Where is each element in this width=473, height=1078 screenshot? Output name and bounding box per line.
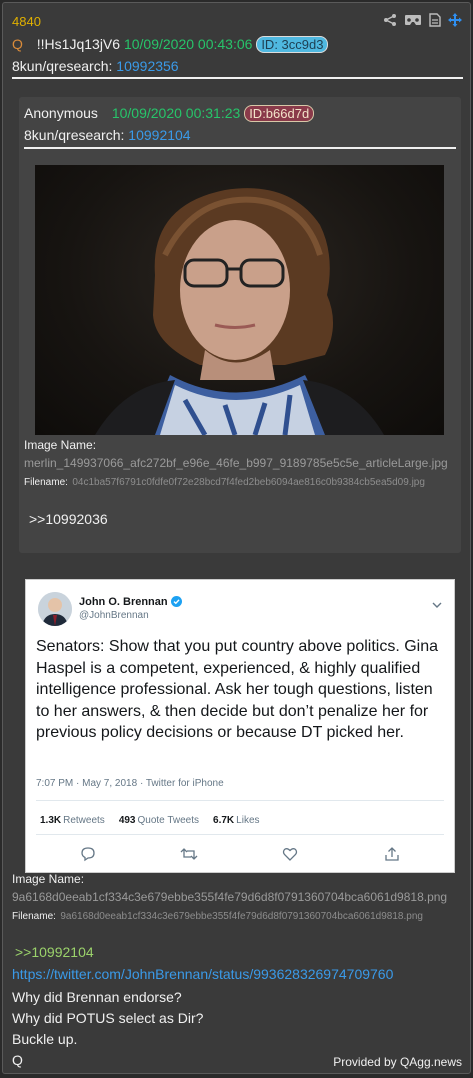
tweet-divider (36, 800, 444, 801)
image-name-label: Image Name: (24, 438, 97, 452)
post-body: Why did Brennan endorse? Why did POTUS s… (12, 987, 203, 1071)
board-prefix: 8kun/qresearch: (12, 58, 113, 74)
chevron-down-icon[interactable] (432, 596, 442, 614)
retweet-icon[interactable] (180, 846, 198, 867)
tweet-stats: 1.3K Retweets 493 Quote Tweets 6.7K Likes (40, 815, 260, 826)
image-name-value: merlin_149937066_afc272bf_e96e_46fe_b997… (24, 456, 448, 470)
quoted-photo[interactable] (35, 165, 444, 435)
document-icon[interactable] (429, 13, 441, 27)
share-icon[interactable] (383, 13, 397, 27)
quotes-count: 493 (118, 815, 136, 826)
body-line: Buckle up. (12, 1031, 78, 1047)
post-datetime: 10/09/2020 00:43:06 (123, 36, 253, 52)
like-icon[interactable] (282, 846, 298, 867)
verified-icon (170, 596, 182, 610)
quoted-divider (24, 147, 456, 149)
quoted-board-prefix: 8kun/qresearch: (24, 127, 125, 143)
retweets-label: Retweets (63, 815, 105, 826)
quoted-reply-ref[interactable]: >>10992036 (29, 511, 108, 527)
tweet-text: Senators: Show that you put country abov… (36, 638, 439, 741)
retweets-stat[interactable]: 1.3K Retweets (40, 815, 105, 826)
post-header: Q !!Hs1Jq13jV6 10/09/2020 00:43:06 ID: 3… (12, 36, 329, 53)
quoted-author: Anonymous (24, 105, 98, 121)
tweet-author-name: John O. Brennan (79, 596, 182, 610)
body-line: Why did POTUS select as Dir? (12, 1010, 204, 1026)
quoted-datetime: 10/09/2020 00:31:23 (111, 105, 241, 121)
post-actions (383, 13, 462, 27)
quoted-board-line: 8kun/qresearch: 10992104 (24, 127, 191, 143)
quotes-label: Quote Tweets (137, 815, 200, 826)
reply-icon[interactable] (80, 846, 96, 867)
vr-icon[interactable] (404, 14, 422, 26)
body-line-signature: Q (12, 1052, 23, 1068)
filename-line: Filename: 04c1ba57f6791c0fdfe0f72e28bcd7… (24, 472, 448, 490)
move-icon[interactable] (448, 13, 462, 27)
quoted-id-badge[interactable]: ID:b66d7d (244, 105, 315, 122)
post-card: 4840 Q !!Hs1Jq13jV6 10/09/2020 00:43:06 … (2, 2, 471, 1074)
board-thread-link[interactable]: 10992356 (116, 58, 178, 74)
credit-text: Provided by QAgg.news (333, 1055, 462, 1069)
likes-label: Likes (236, 815, 260, 826)
quoted-image-meta: Image Name: merlin_149937066_afc272bf_e9… (24, 438, 448, 490)
filename-value: 04c1ba57f6791c0fdfe0f72e28bcd7f4fed2beb6… (72, 477, 425, 488)
tweet-url-link[interactable]: https://twitter.com/JohnBrennan/status/9… (12, 966, 393, 982)
likes-count: 6.7K (213, 815, 235, 826)
tweet-author-name-text: John O. Brennan (79, 596, 168, 608)
tweet-avatar (38, 592, 72, 626)
tweet-meta: 7:07 PM · May 7, 2018 · Twitter for iPho… (36, 778, 224, 789)
tweet-card[interactable]: John O. Brennan @JohnBrennan Senators: S… (25, 579, 455, 873)
tripcode: !!Hs1Jq13jV6 (36, 36, 121, 52)
body-line: Why did Brennan endorse? (12, 989, 182, 1005)
tweet-filename-value: 9a6168d0eeab1cf334c3e679ebbe355f4fe79d6d… (60, 911, 423, 922)
post-number: 4840 (12, 14, 41, 29)
retweets-count: 1.3K (40, 815, 62, 826)
divider (12, 77, 463, 79)
tweet-image-name-value: 9a6168d0eeab1cf334c3e679ebbe355f4fe79d6d… (12, 890, 448, 904)
tweet-filename-label: Filename: (12, 911, 56, 922)
tweet-handle: @JohnBrennan (79, 610, 149, 621)
tweet-divider-2 (36, 834, 444, 835)
quoted-post: Anonymous 10/09/2020 00:31:23 ID:b66d7d … (19, 97, 461, 553)
quoted-header: Anonymous 10/09/2020 00:31:23 ID:b66d7d (24, 105, 315, 122)
quoted-thread-link[interactable]: 10992104 (128, 127, 190, 143)
likes-stat[interactable]: 6.7K Likes (213, 815, 259, 826)
quotes-stat[interactable]: 493 Quote Tweets (119, 815, 199, 826)
tweet-image-meta: Image Name: 9a6168d0eeab1cf334c3e679ebbe… (12, 872, 447, 924)
tweet-image-name-label: Image Name: (12, 872, 85, 886)
poster-id-badge[interactable]: ID: 3cc9d3 (256, 36, 329, 53)
board-line: 8kun/qresearch: 10992356 (12, 58, 179, 74)
tweet-filename-line: Filename: 9a6168d0eeab1cf334c3e679ebbe35… (12, 906, 447, 924)
q-label: Q (12, 36, 23, 52)
filename-label: Filename: (24, 477, 68, 488)
tweet-action-bar (26, 846, 454, 864)
share-tweet-icon[interactable] (384, 846, 400, 867)
post-reply-ref[interactable]: >>10992104 (15, 944, 94, 960)
